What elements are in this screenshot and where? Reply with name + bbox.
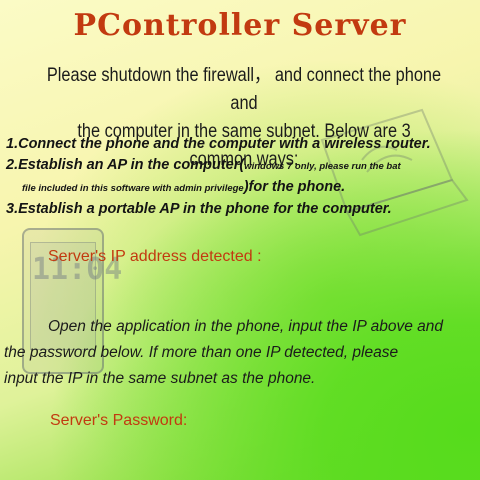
way-1: 1.Connect the phone and the computer wit… [6, 136, 431, 152]
way-2-part-1: 2.Establish an AP in the computer( [6, 157, 245, 173]
password-label: Server's Password: [50, 412, 188, 429]
ip-address-label: Server's IP address detected : [48, 248, 262, 265]
way-2-continued: file included in this software with admi… [6, 177, 476, 199]
way-2-note-2: file included in this software with admi… [22, 183, 244, 194]
app-title: PController Server [73, 8, 407, 43]
instructions-line-2: the password below. If more than one IP … [4, 344, 399, 361]
instructions-line-3: input the IP in the same subnet as the p… [4, 370, 316, 387]
app-window: 11:04 PController Server Please shutdown… [0, 0, 480, 480]
way-2: 2.Establish an AP in the computer(window… [6, 155, 476, 177]
way-2-note-1: windows 7 only, please run the bat [244, 161, 401, 172]
intro-line-1: Please shutdown the firewall， and connec… [46, 65, 442, 114]
connection-ways-list: 1.Connect the phone and the computer wit… [6, 134, 476, 220]
way-2-part-2: )for the phone. [243, 179, 346, 195]
instructions-text: Open the application in the phone, input… [4, 314, 478, 392]
instructions-line-1: Open the application in the phone, input… [48, 318, 443, 335]
way-3: 3.Establish a portable AP in the phone f… [6, 201, 392, 217]
